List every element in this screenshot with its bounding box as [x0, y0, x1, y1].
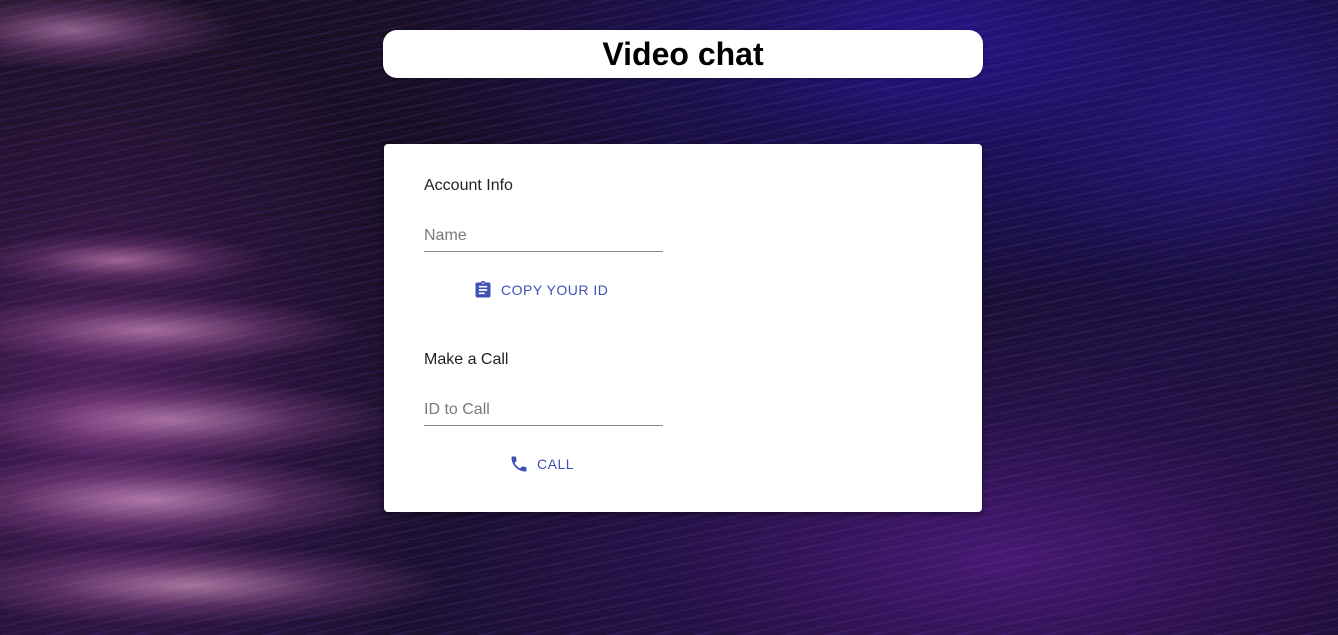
id-to-call-field — [424, 395, 663, 426]
call-label: CALL — [537, 456, 575, 472]
name-input[interactable] — [424, 221, 663, 251]
copy-id-label: COPY YOUR ID — [501, 282, 609, 298]
phone-icon — [509, 454, 529, 474]
options-card: Account Info COPY YOUR ID Make a Call CA… — [384, 144, 982, 512]
account-info-heading: Account Info — [424, 177, 513, 194]
id-to-call-input[interactable] — [424, 395, 663, 425]
name-field — [424, 221, 663, 252]
clipboard-icon — [473, 280, 493, 300]
call-button[interactable]: CALL — [509, 453, 574, 475]
page-title: Video chat — [602, 36, 764, 72]
copy-id-button[interactable]: COPY YOUR ID — [473, 279, 608, 301]
title-bar: Video chat — [383, 30, 983, 78]
make-call-heading: Make a Call — [424, 351, 509, 368]
